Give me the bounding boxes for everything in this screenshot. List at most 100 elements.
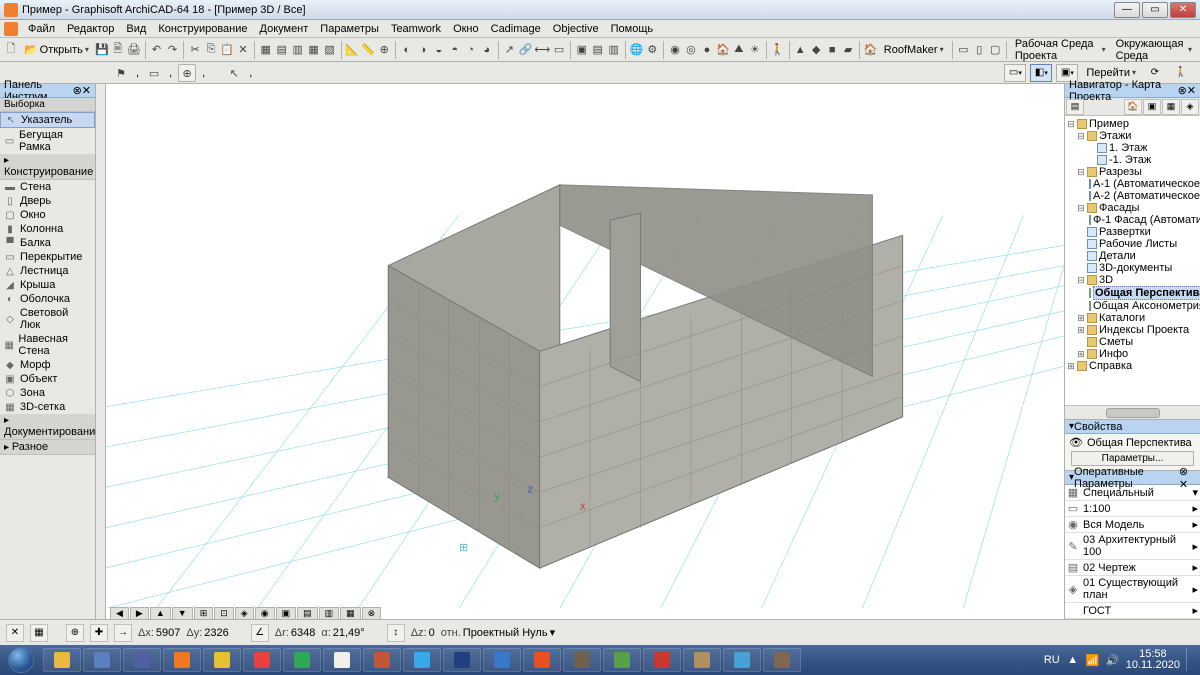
view-3-icon[interactable]: ▥ [607,40,621,60]
tool-skylight[interactable]: ◇Световой Люк [0,306,95,332]
surround-env-dropdown[interactable]: Окружающая Среда ▾ [1112,38,1196,62]
menu-edit[interactable]: Редактор [61,22,120,36]
tool-shell[interactable]: ◐Оболочка [0,292,95,306]
sel-mode-1[interactable]: ▭▾ [1004,64,1026,82]
vp-tab[interactable]: ◀ [110,607,129,619]
sun-icon[interactable]: ☀ [748,40,762,60]
vp-tab[interactable]: ◈ [235,607,254,619]
menu-params[interactable]: Параметры [314,22,385,36]
ruler-icon[interactable]: 📏 [361,40,375,60]
taskbar-app-0[interactable] [43,648,81,672]
cut-icon[interactable]: ✂ [188,40,202,60]
op-row-layers[interactable]: ▦Специальный▾ [1065,485,1200,501]
nav-btn-5[interactable]: ◈ [1181,99,1199,115]
site-icon[interactable]: 🏠 [716,40,730,60]
align-3-icon[interactable]: ▦ [307,40,321,60]
coord-btn-5[interactable]: → [114,624,132,642]
3d-viewport[interactable]: y z x ⊞ ◀ ▶ ▲ ▼ ⊞ ⊡ ◈ ◉ ▣ ▤ ▥ ▦ ⊗ [106,84,1064,619]
vp-tab[interactable]: ▲ [150,607,171,619]
nav-btn-3[interactable]: ▣ [1143,99,1161,115]
tree-facades[interactable]: ⊟Фасады [1067,202,1198,214]
open-dropdown[interactable]: 📂 Открыть ▾ [20,43,93,56]
taskbar-app-12[interactable] [523,648,561,672]
tool-morph[interactable]: ◆Морф [0,358,95,372]
obj-2-icon[interactable]: ◆ [809,40,823,60]
menu-construct[interactable]: Конструирование [152,22,253,36]
tool-beam[interactable]: ▀Балка [0,236,95,250]
copy-icon[interactable]: ⎘ [204,40,218,60]
menu-cadimage[interactable]: Cadimage [485,22,547,36]
tree-worksheets[interactable]: Рабочие Листы [1067,238,1198,250]
taskbar-app-8[interactable] [363,648,401,672]
mode-4-icon[interactable]: ◓ [448,40,462,60]
sel-mode-2[interactable]: ◧▾ [1030,64,1052,82]
tree-floors[interactable]: ⊟Этажи [1067,130,1198,142]
tool-marquee[interactable]: ▭Бегущая Рамка [0,128,95,154]
taskbar-app-13[interactable] [563,648,601,672]
snap-icon[interactable]: ⊕ [377,40,391,60]
tree-indexes[interactable]: ⊞Индексы Проекта [1067,324,1198,336]
navigator-pin-icon[interactable]: ⊗ [1178,84,1187,97]
tool-window[interactable]: ▢Окно [0,208,95,222]
menu-teamwork[interactable]: Teamwork [385,22,447,36]
measure-icon[interactable]: 📐 [345,40,359,60]
obj-3-icon[interactable]: ■ [825,40,839,60]
taskbar-app-5[interactable] [243,648,281,672]
taskbar-app-11[interactable] [483,648,521,672]
tree-section-a2[interactable]: A-2 (Автоматическое обнов [1067,190,1198,202]
menu-help[interactable]: Помощь [605,22,660,36]
tree-scrollbar[interactable] [1065,405,1200,419]
close-button[interactable]: ✕ [1170,2,1196,18]
tray-vol-icon[interactable]: 🔊 [1106,653,1120,667]
nav-btn-2[interactable]: 🏠 [1124,99,1142,115]
render-2-icon[interactable]: ◎ [684,40,698,60]
tree-axonometry[interactable]: Общая Аксонометрия [1067,300,1198,312]
arrow-icon[interactable]: ↗ [502,40,516,60]
tree-floor-1[interactable]: 1. Этаж [1067,142,1198,154]
vp-tab[interactable]: ▼ [172,607,193,619]
section-document[interactable]: ▸ Документирование [0,414,95,440]
tree-unfolds[interactable]: Развертки [1067,226,1198,238]
menu-window[interactable]: Окно [447,22,485,36]
tool-mesh[interactable]: ▦3D-сетка [0,400,95,414]
tool-pointer[interactable]: ↖Указатель [0,112,95,128]
taskbar-app-14[interactable] [603,648,641,672]
tool-panel-close-icon[interactable]: ✕ [82,84,91,97]
vp-tab[interactable]: ▣ [276,607,297,619]
menu-file[interactable]: Файл [22,22,61,36]
redo-icon[interactable]: ↷ [165,40,179,60]
menu-document[interactable]: Документ [254,22,315,36]
taskbar-app-7[interactable] [323,648,361,672]
tree-estimates[interactable]: Сметы [1067,336,1198,348]
op-params-header[interactable]: ▾ Оперативные Параметры⊗ ✕ [1065,471,1200,485]
coord-btn-1[interactable]: ✕ [6,624,24,642]
tool-object[interactable]: ▣Объект [0,372,95,386]
op-row-reno[interactable]: ◈01 Существующий план▸ [1065,576,1200,603]
print-icon[interactable]: 🖨 [127,40,141,60]
coord-btn-7[interactable]: ↕ [387,624,405,642]
tray-lang[interactable]: RU [1044,654,1060,666]
tool-wall[interactable]: ▬Стена [0,180,95,194]
tool-stair[interactable]: △Лестница [0,264,95,278]
tree-details[interactable]: Детали [1067,250,1198,262]
tool-slab[interactable]: ▭Перекрытие [0,250,95,264]
align-4-icon[interactable]: ▧ [323,40,337,60]
vp-tab[interactable]: ◉ [255,607,275,619]
tree-perspective[interactable]: Общая Перспектива [1067,286,1198,300]
goto-dropdown[interactable]: Перейти ▾ [1082,67,1140,79]
walk-icon[interactable]: 🚶 [771,40,785,60]
tree-3d[interactable]: ⊟3D [1067,274,1198,286]
taskbar-app-3[interactable] [163,648,201,672]
tool-roof[interactable]: ◢Крыша [0,278,95,292]
tree-sections[interactable]: ⊟Разрезы [1067,166,1198,178]
view-1-icon[interactable]: ▣ [575,40,589,60]
view-2-icon[interactable]: ▤ [591,40,605,60]
tool-door[interactable]: ▯Дверь [0,194,95,208]
link-icon[interactable]: 🔗 [518,40,532,60]
roof-icon[interactable]: 🏠 [864,40,878,60]
obj-1-icon[interactable]: ▲ [793,40,807,60]
coord-btn-3[interactable]: ⊕ [66,624,84,642]
mode-5-icon[interactable]: ◔ [464,40,478,60]
dim-icon[interactable]: ⟷ [534,40,550,60]
align-2-icon[interactable]: ▥ [291,40,305,60]
